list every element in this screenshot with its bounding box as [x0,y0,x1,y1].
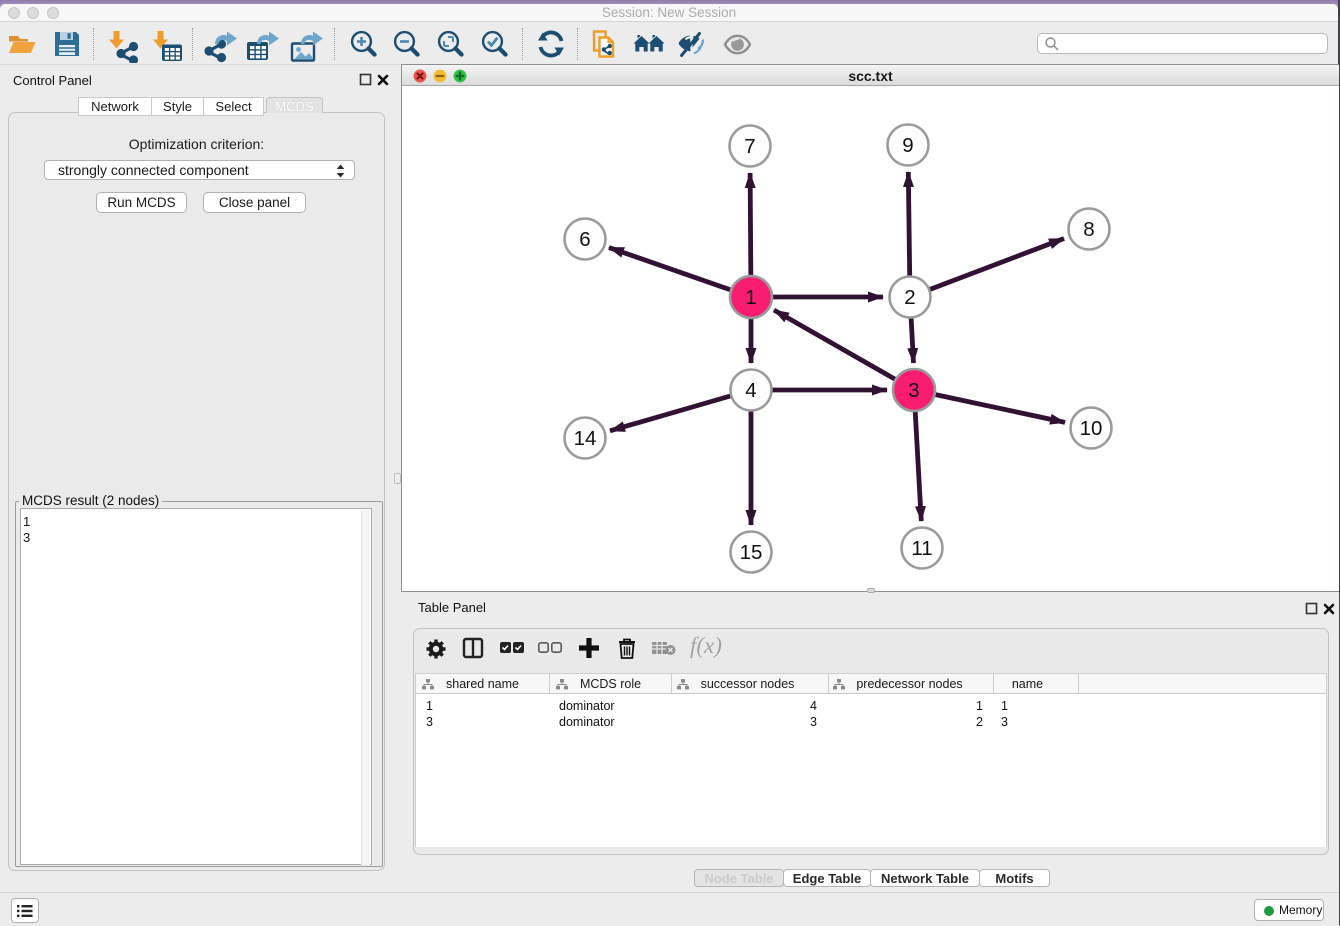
svg-text:15: 15 [740,541,763,564]
svg-text:10: 10 [1080,417,1103,440]
svg-text:8: 8 [1083,218,1094,241]
svg-text:4: 4 [745,379,756,402]
svg-text:1: 1 [745,286,756,309]
svg-text:7: 7 [744,135,755,158]
svg-text:3: 3 [908,379,919,402]
svg-text:9: 9 [902,134,913,157]
svg-text:14: 14 [574,427,597,450]
svg-text:11: 11 [911,537,932,560]
svg-text:6: 6 [579,228,590,251]
svg-text:2: 2 [904,286,915,309]
